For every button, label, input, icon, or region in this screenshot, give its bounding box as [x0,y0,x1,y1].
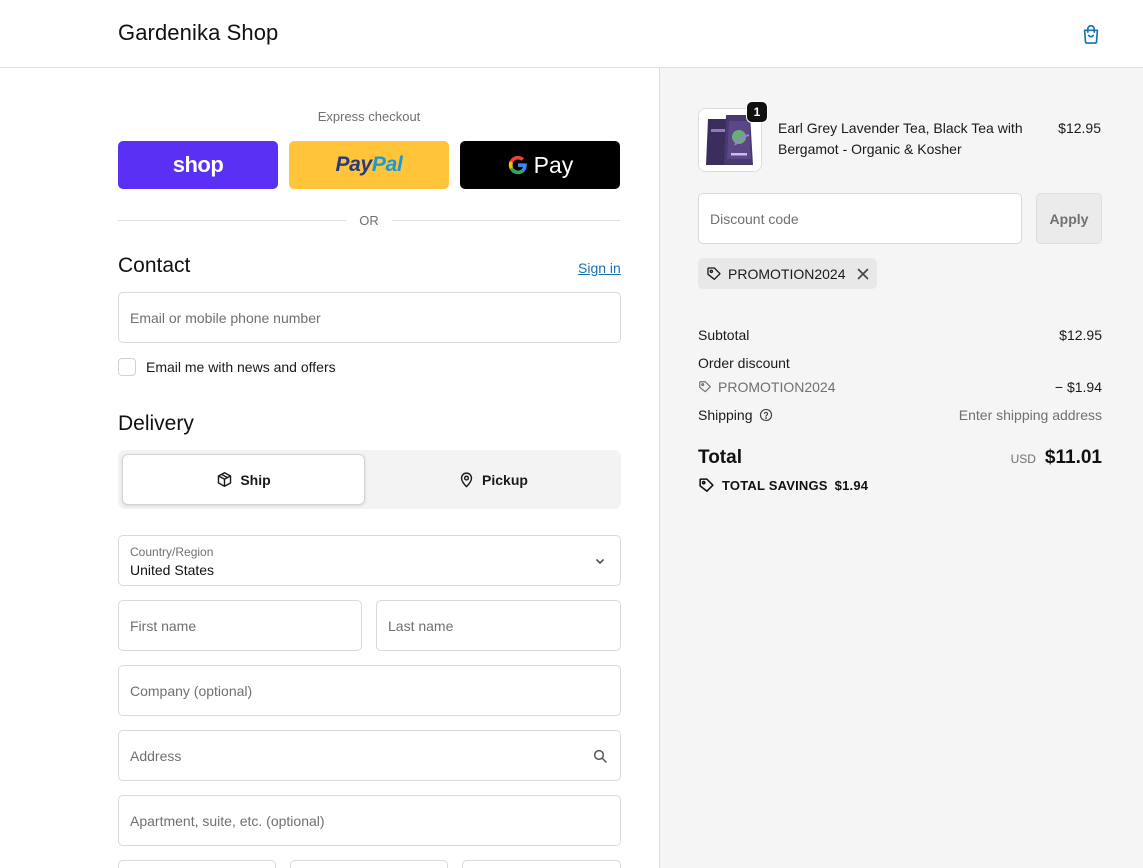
email-placeholder: Email or mobile phone number [130,309,321,326]
state-field[interactable] [290,860,448,868]
delivery-method-toggle: Ship Pickup [118,450,621,509]
shipping-row: Shipping Enter shipping address [698,407,1102,423]
address-field[interactable]: Address [118,730,621,781]
subtotal-label: Subtotal [698,327,750,343]
or-divider: OR [118,212,620,230]
subtotal-row: Subtotal $12.95 [698,327,1102,343]
applied-discount-chip: PROMOTION2024 [698,258,878,289]
subtotal-value: $12.95 [1059,327,1102,343]
apartment-field[interactable]: Apartment, suite, etc. (optional) [118,795,621,846]
applied-discount-code: PROMOTION2024 [728,265,846,282]
zip-field[interactable] [462,860,621,868]
shipping-label: Shipping [698,407,753,423]
savings-label: TOTAL SAVINGS [722,478,828,493]
last-name-field[interactable]: Last name [376,600,621,651]
newsletter-checkbox[interactable] [118,358,136,376]
order-discount-detail-row: PROMOTION2024 − $1.94 [698,379,1102,397]
sign-in-link[interactable]: Sign in [578,260,621,276]
city-field[interactable] [118,860,276,868]
shop-name[interactable]: Gardenika Shop [118,20,278,46]
location-pin-icon [460,472,473,488]
shop-pay-logo: shop [172,152,224,177]
search-icon [593,749,607,763]
order-discount-value: − $1.94 [1054,379,1102,395]
apply-discount-button[interactable]: Apply [1036,193,1102,244]
help-circle-icon[interactable] [759,408,773,422]
delivery-heading: Delivery [118,412,194,435]
shipping-value: Enter shipping address [958,407,1102,423]
cart-button[interactable] [1078,21,1104,47]
google-g-icon [508,155,527,175]
paypal-button[interactable]: PayPal [289,141,449,189]
email-field[interactable]: Email or mobile phone number [118,292,621,343]
newsletter-option[interactable]: Email me with news and offers [118,358,336,376]
tag-icon [707,266,721,280]
country-label: Country/Region [130,545,214,559]
tag-icon [699,381,711,393]
google-pay-logo: Pay [507,152,573,179]
company-field[interactable]: Company (optional) [118,665,621,716]
first-name-field[interactable]: First name [118,600,362,651]
product-price: $12.95 [1058,120,1101,136]
box-icon [218,472,232,487]
shopping-bag-icon [1083,25,1099,44]
total-value: $11.01 [1044,447,1102,468]
chevron-down-icon [595,558,605,564]
newsletter-label: Email me with news and offers [146,359,336,375]
currency-code: USD [1010,452,1036,466]
order-discount-code: PROMOTION2024 [718,379,836,395]
discount-code-field[interactable]: Discount code [698,193,1022,244]
remove-discount-button[interactable] [857,268,869,280]
order-discount-label: Order discount [698,355,790,371]
country-select[interactable]: Country/Region United States [118,535,621,586]
shop-pay-button[interactable]: shop [118,141,278,189]
close-icon [858,268,869,279]
express-checkout-label: Express checkout [317,109,421,124]
pickup-option[interactable]: Pickup [369,454,617,505]
google-pay-button[interactable]: Pay [460,141,620,189]
product-name: Earl Grey Lavender Tea, Black Tea with B… [778,120,1023,157]
quantity-badge: 1 [746,101,768,123]
contact-heading: Contact [118,254,191,277]
savings-value: $1.94 [834,478,869,493]
ship-option[interactable]: Ship [122,454,365,505]
header-bar: Gardenika Shop [0,0,1143,68]
paypal-logo: PayPal [335,153,403,176]
total-savings: TOTAL SAVINGS $1.94 [698,477,868,494]
country-value: United States [130,562,215,578]
order-discount-row: Order discount [698,355,1102,371]
total-amount-group: USD $11.01 [900,447,1102,469]
total-label: Total [698,447,742,468]
tag-icon [699,478,714,492]
